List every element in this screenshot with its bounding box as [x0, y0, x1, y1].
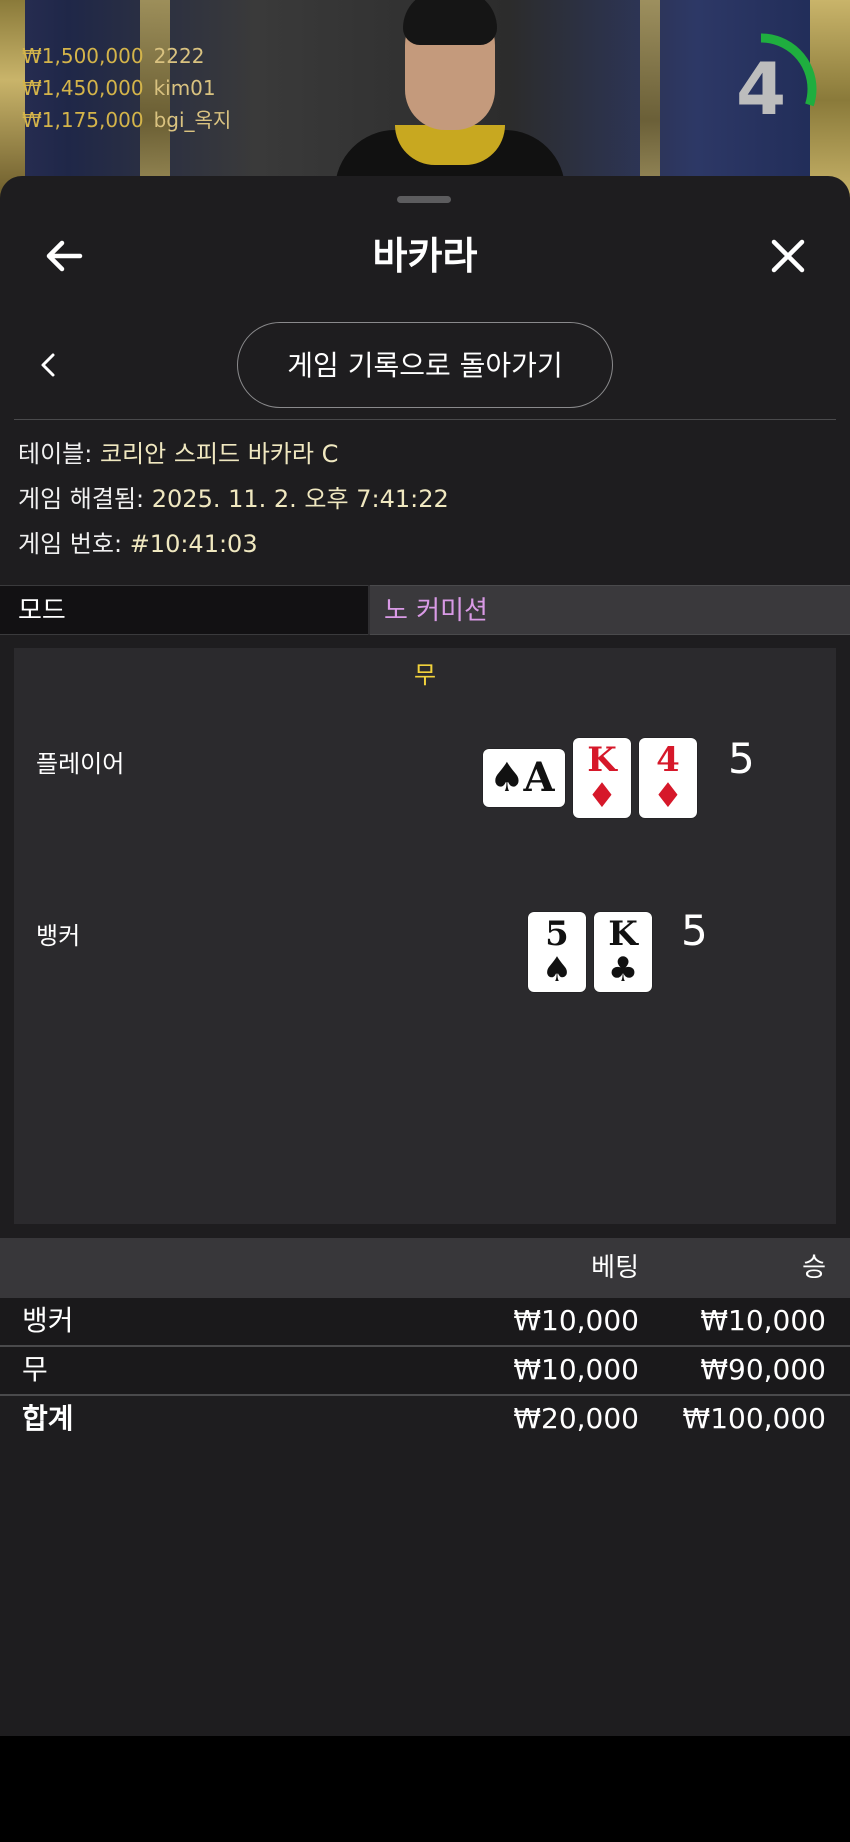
winners-list: ₩1,500,000 2222 ₩1,450,000 kim01 ₩1,175,00… — [22, 40, 231, 136]
card-suit-icon: ♣ — [607, 950, 639, 990]
player-score: 5 — [728, 734, 755, 783]
playing-card: 5 ♠ — [528, 912, 586, 992]
win-amount: ₩10,000 — [700, 1304, 826, 1337]
bet-column-header: 베팅 — [591, 1253, 639, 1283]
total-bet: ₩20,000 — [513, 1402, 639, 1435]
game-detail-sheet: 바카라 게임 기록으로 돌아가기 테이블: 코리안 스피드 바카라 C 게임 해… — [0, 176, 850, 1736]
info-resolved-label: 게임 해결됨: — [18, 485, 145, 513]
page-title: 바카라 — [372, 234, 478, 278]
live-stream-video: ₩1,500,000 2222 ₩1,450,000 kim01 ₩1,175,00… — [0, 0, 850, 200]
decor-pillar — [640, 0, 660, 200]
bet-name: 무 — [22, 1353, 48, 1386]
bottom-bar — [0, 1736, 850, 1842]
total-win: ₩100,000 — [682, 1402, 826, 1435]
card-rank: A — [523, 754, 555, 801]
bet-amount: ₩10,000 — [513, 1353, 639, 1386]
result-panel: 무 플레이어 A ♠ K ♦ 4 ♦ 5 뱅커 5 ♠ K ♣ 5 — [14, 648, 836, 1224]
card-suit-icon: ♦ — [586, 776, 618, 816]
sheet-header: 바카라 — [0, 216, 850, 296]
winner-amount: ₩1,500,000 — [22, 44, 144, 68]
mode-bar: 모드 노 커미션 — [0, 585, 850, 635]
winner-row: ₩1,500,000 2222 — [22, 40, 231, 72]
winner-name: 2222 — [153, 44, 205, 68]
countdown-number: 4 — [735, 47, 787, 131]
winner-amount: ₩1,175,000 — [22, 108, 144, 132]
win-amount: ₩90,000 — [700, 1353, 826, 1386]
countdown-timer: 4 — [702, 30, 820, 148]
info-table-label: 테이블: — [18, 440, 93, 468]
card-rank: 4 — [656, 740, 680, 780]
table-row: 무 ₩10,000 ₩90,000 — [0, 1347, 850, 1396]
card-rank: K — [587, 740, 617, 780]
mode-label: 모드 — [0, 585, 368, 635]
card-rank: K — [608, 914, 638, 954]
info-round-label: 게임 번호: — [18, 530, 123, 558]
player-label: 플레이어 — [36, 750, 125, 778]
back-to-history-button[interactable]: 게임 기록으로 돌아가기 — [237, 322, 613, 408]
banker-label: 뱅커 — [36, 922, 81, 950]
dealer-figure — [335, 0, 565, 200]
playing-card: K ♣ — [594, 912, 652, 992]
game-info: 테이블: 코리안 스피드 바카라 C 게임 해결됨: 2025. 11. 2. … — [18, 432, 838, 567]
close-icon[interactable] — [764, 232, 812, 280]
card-suit-icon: ♦ — [652, 776, 684, 816]
card-rank: 5 — [545, 914, 569, 954]
card-suit-icon: ♠ — [489, 755, 525, 801]
mode-value: 노 커미션 — [370, 585, 850, 635]
info-table: 테이블: 코리안 스피드 바카라 C — [18, 432, 838, 477]
info-resolved-value: 2025. 11. 2. 오후 7:41:22 — [151, 485, 449, 513]
history-nav: 게임 기록으로 돌아가기 — [0, 320, 850, 410]
info-resolved: 게임 해결됨: 2025. 11. 2. 오후 7:41:22 — [18, 477, 838, 522]
bet-name: 뱅커 — [22, 1304, 74, 1337]
winner-name: kim01 — [153, 76, 216, 100]
playing-card: 4 ♦ — [639, 738, 697, 818]
total-label: 합계 — [22, 1402, 74, 1435]
bet-amount: ₩10,000 — [513, 1304, 639, 1337]
winner-name: bgi_옥지 — [153, 108, 232, 132]
divider — [14, 419, 836, 420]
playing-card: K ♦ — [573, 738, 631, 818]
bets-table: 베팅 승 뱅커 ₩10,000 ₩10,000 무 ₩10,000 ₩90,00… — [0, 1238, 850, 1445]
chevron-left-icon[interactable] — [36, 350, 60, 380]
sheet-grabber[interactable] — [397, 196, 451, 203]
table-row: 뱅커 ₩10,000 ₩10,000 — [0, 1298, 850, 1347]
info-round-value: #10:41:03 — [129, 530, 258, 558]
win-column-header: 승 — [802, 1253, 826, 1283]
info-table-value: 코리안 스피드 바카라 C — [99, 440, 339, 468]
bets-table-header: 베팅 승 — [0, 1238, 850, 1298]
winner-row: ₩1,175,000 bgi_옥지 — [22, 104, 231, 136]
winner-amount: ₩1,450,000 — [22, 76, 144, 100]
info-round: 게임 번호: #10:41:03 — [18, 522, 838, 567]
total-row: 합계 ₩20,000 ₩100,000 — [0, 1396, 850, 1445]
winner-row: ₩1,450,000 kim01 — [22, 72, 231, 104]
card-suit-icon: ♠ — [541, 950, 573, 990]
banker-score: 5 — [681, 906, 708, 955]
playing-card: A ♠ — [483, 749, 565, 807]
outcome-label: 무 — [413, 661, 437, 689]
